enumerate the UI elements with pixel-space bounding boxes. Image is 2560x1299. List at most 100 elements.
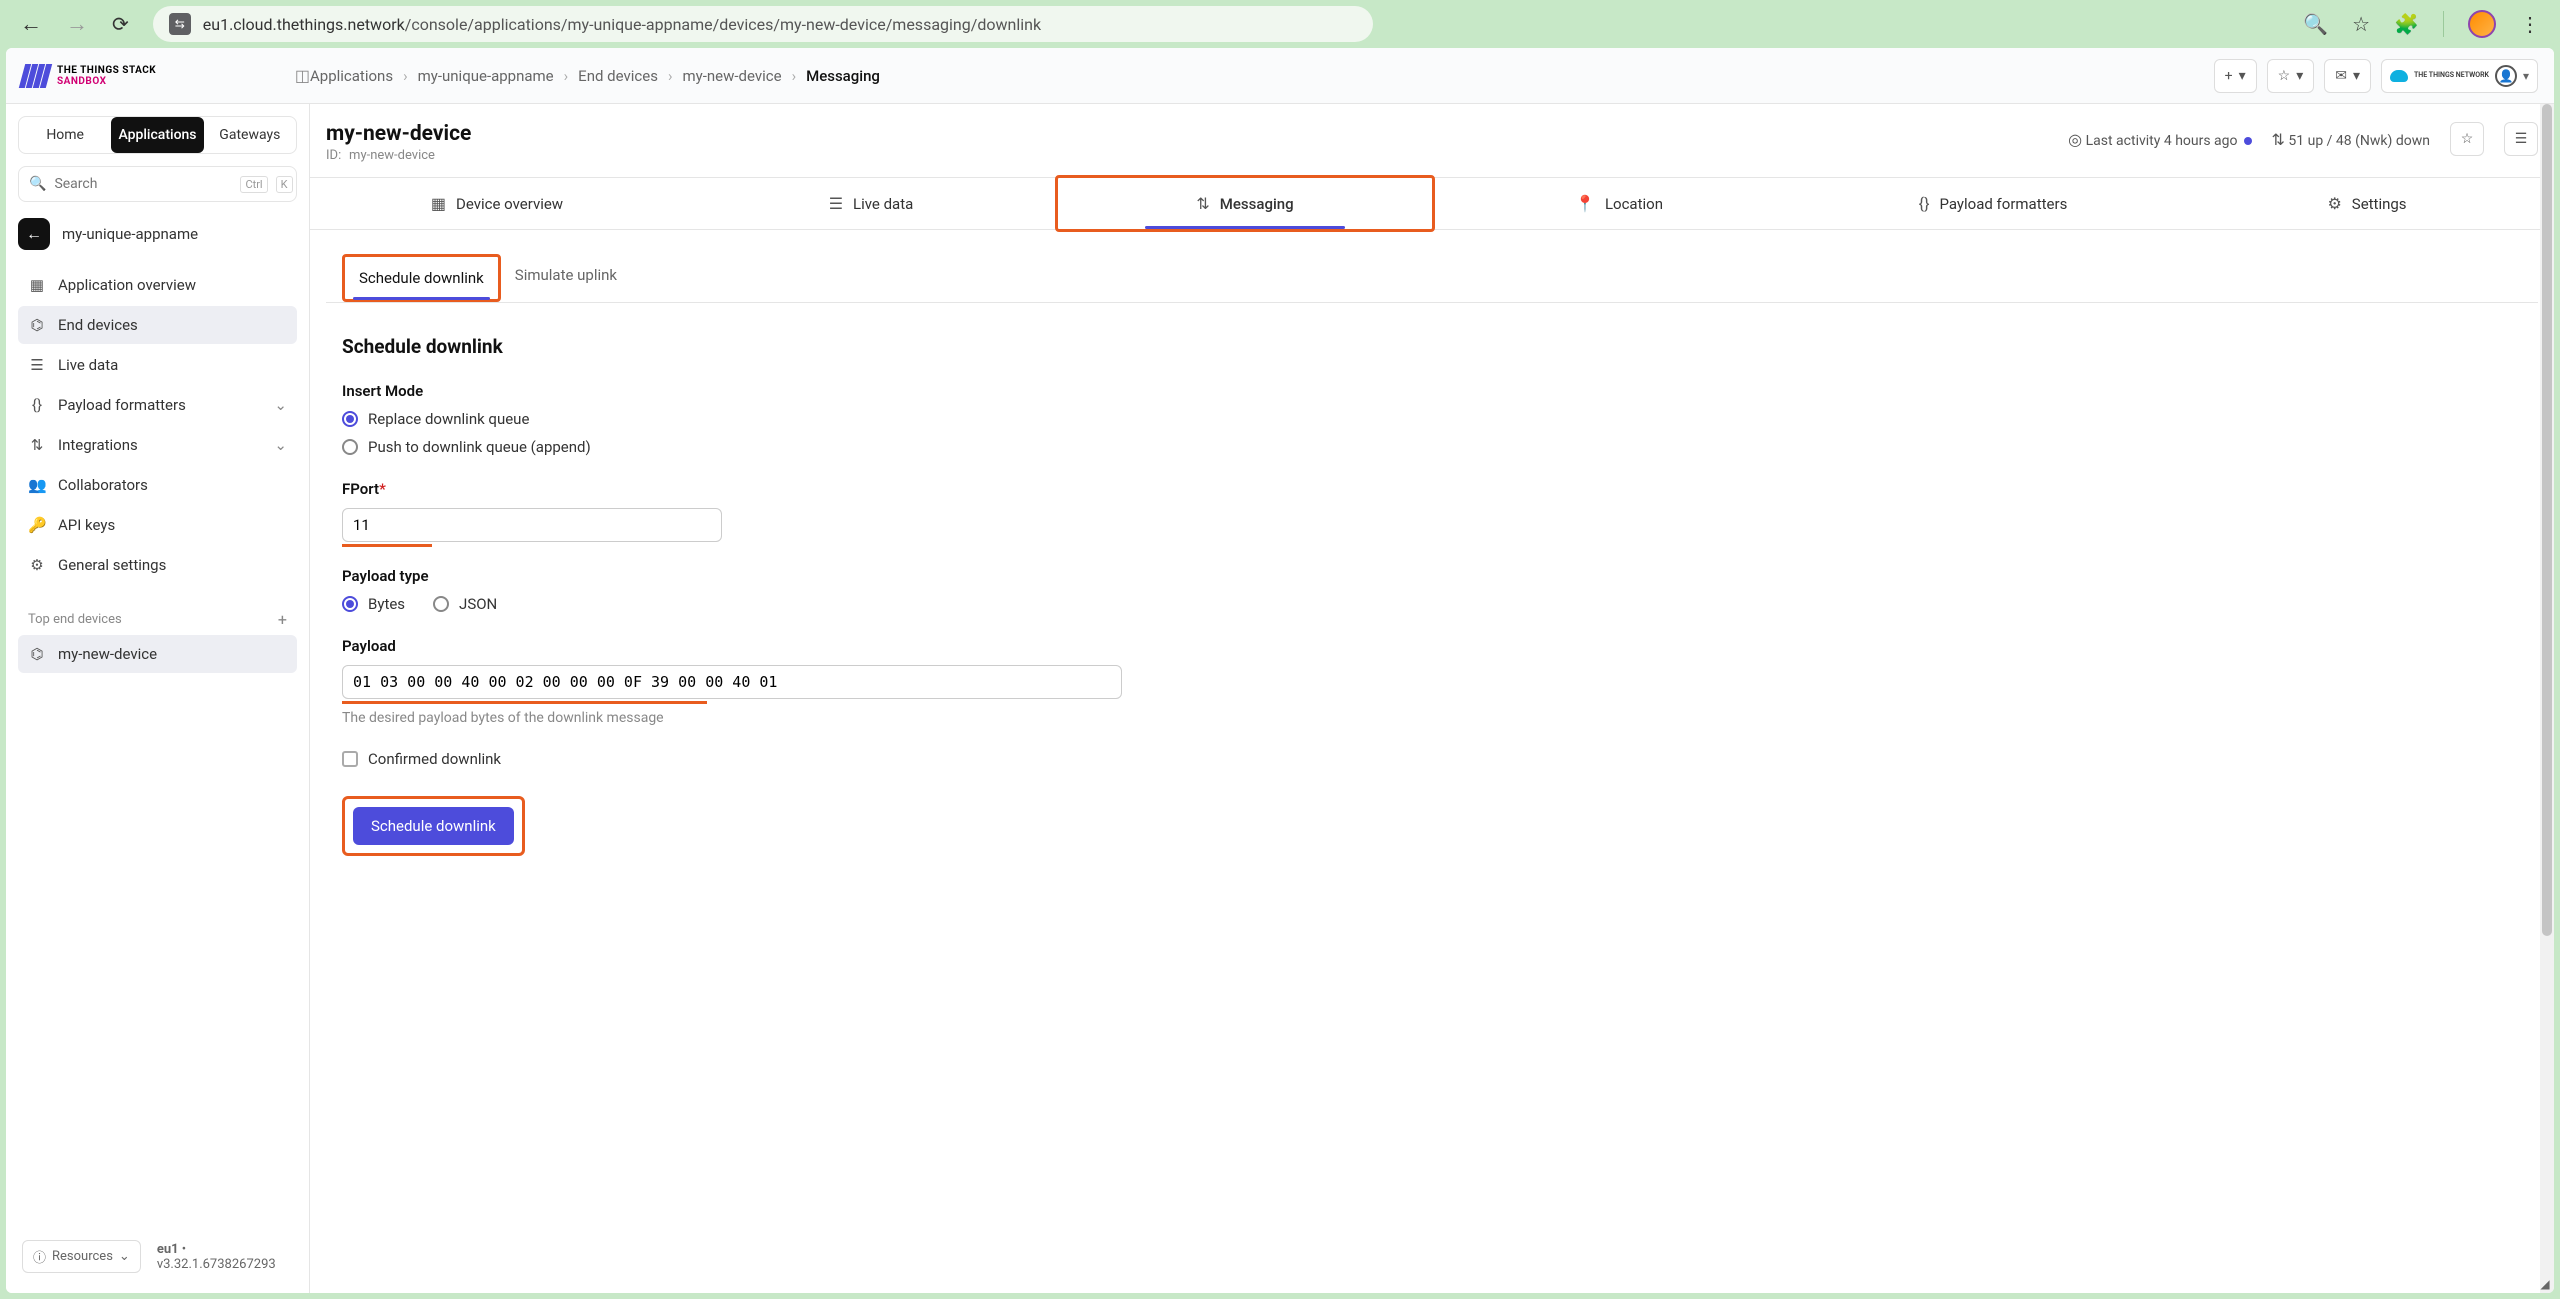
vertical-scrollbar[interactable]: ◢ [2540, 104, 2554, 1293]
site-settings-icon[interactable]: ⇆ [169, 13, 191, 35]
user-icon: 👤 [2495, 65, 2517, 87]
favorite-button[interactable]: ☆ [2450, 122, 2484, 156]
radio-json-row[interactable]: JSON [433, 595, 497, 613]
search-box[interactable]: 🔍 Ctrl K [18, 166, 297, 202]
forward-arrow-icon[interactable]: → [66, 11, 88, 37]
add-button[interactable]: +▾ [2214, 59, 2257, 93]
confirmed-label: Confirmed downlink [368, 750, 501, 768]
tab-device-overview[interactable]: ▦Device overview [310, 178, 684, 229]
sidebar-section-top-devices: Top end devices + ⌬my-new-device [18, 604, 297, 673]
confirmed-checkbox[interactable] [342, 751, 358, 767]
sidebar-item-api-keys[interactable]: 🔑API keys [18, 506, 297, 544]
radio-push[interactable] [342, 439, 358, 455]
sidebar-item-overview[interactable]: ▦Application overview [18, 266, 297, 304]
inbox-button[interactable]: ✉▾ [2324, 59, 2371, 93]
search-input[interactable] [54, 176, 232, 192]
radio-bytes[interactable] [342, 596, 358, 612]
fport-input[interactable] [342, 508, 722, 542]
url-text: eu1.cloud.thethings.network/console/appl… [203, 15, 1041, 34]
breadcrumb-end-devices[interactable]: End devices [578, 67, 658, 85]
logo-text: THE THINGS STACK SANDBOX [57, 65, 156, 87]
breadcrumb-applications[interactable]: Applications [310, 67, 393, 85]
highlight-underline [342, 544, 432, 547]
breadcrumb: Applications › my-unique-appname › End d… [310, 67, 880, 85]
radio-bytes-row[interactable]: Bytes [342, 595, 405, 613]
payload-label: Payload [342, 637, 2522, 655]
tab-location[interactable]: 📍Location [1432, 178, 1806, 229]
menu-button[interactable]: ☰ [2504, 122, 2538, 156]
confirmed-downlink-row[interactable]: Confirmed downlink [342, 750, 2522, 768]
content-area: my-new-device ID: my-new-device ◎ Last a… [310, 104, 2554, 1293]
last-activity: ◎ Last activity 4 hours ago [2068, 130, 2251, 149]
updown-icon: ⇅ [2272, 130, 2285, 149]
schedule-downlink-button[interactable]: Schedule downlink [353, 807, 514, 845]
sidebar-footer: ⓘResources⌄ eu1 • v3.32.1.6738267293 [18, 1232, 297, 1281]
kebab-menu-icon[interactable]: ⋮ [2520, 12, 2540, 36]
radio-replace-row[interactable]: Replace downlink queue [342, 410, 2522, 428]
collapse-sidebar-icon[interactable]: ◫ [295, 66, 310, 85]
resources-button[interactable]: ⓘResources⌄ [22, 1240, 141, 1273]
search-icon: 🔍 [29, 176, 46, 192]
chevron-down-icon: ▾ [2353, 68, 2360, 84]
scrollbar-thumb[interactable] [2542, 104, 2552, 936]
zoom-icon[interactable]: 🔍 [2303, 12, 2328, 36]
radio-push-row[interactable]: Push to downlink queue (append) [342, 438, 2522, 456]
sidebar-item-general-settings[interactable]: ⚙General settings [18, 546, 297, 584]
sidebar-device-item[interactable]: ⌬my-new-device [18, 635, 297, 673]
chevron-right-icon: › [564, 67, 569, 85]
gear-icon: ⚙ [28, 556, 46, 574]
chevron-right-icon: › [792, 67, 797, 85]
radio-bytes-label: Bytes [368, 595, 405, 613]
star-icon: ☆ [2461, 131, 2474, 147]
device-meta: ◎ Last activity 4 hours ago ⇅ 51 up / 48… [2068, 122, 2538, 156]
device-title: my-new-device [326, 122, 471, 146]
nav-tab-home[interactable]: Home [19, 117, 111, 153]
breadcrumb-app[interactable]: my-unique-appname [418, 67, 554, 85]
tab-payload-formatters[interactable]: {}Payload formatters [1806, 178, 2180, 229]
chevron-down-icon: ⌄ [274, 396, 287, 414]
chip-icon: ⌬ [28, 645, 46, 663]
top-actions: +▾ ☆▾ ✉▾ THE THINGS NETWORK 👤 ▾ [2214, 59, 2538, 93]
back-row: ← my-unique-appname [18, 218, 297, 250]
sub-tab-schedule-downlink[interactable]: Schedule downlink [342, 254, 501, 302]
grid-icon: ▦ [28, 276, 46, 294]
inbox-icon: ✉ [2335, 68, 2347, 84]
sidebar-item-payload-formatters[interactable]: {}Payload formatters⌄ [18, 386, 297, 424]
sidebar-item-integrations[interactable]: ⇅Integrations⌄ [18, 426, 297, 464]
sidebar-item-collaborators[interactable]: 👥Collaborators [18, 466, 297, 504]
tab-live-data[interactable]: ☰Live data [684, 178, 1058, 229]
sidebar-item-label: API keys [58, 516, 115, 534]
sidebar-item-end-devices[interactable]: ⌬End devices [18, 306, 297, 344]
sub-tab-simulate-uplink[interactable]: Simulate uplink [501, 254, 631, 302]
radio-json[interactable] [433, 596, 449, 612]
sidebar-item-live-data[interactable]: ☰Live data [18, 346, 297, 384]
payload-input[interactable] [342, 665, 1122, 699]
address-bar[interactable]: ⇆ eu1.cloud.thethings.network/console/ap… [153, 6, 1373, 42]
provider-badge[interactable]: THE THINGS NETWORK 👤 ▾ [2381, 59, 2538, 93]
extensions-icon[interactable]: 🧩 [2394, 12, 2419, 36]
radio-replace[interactable] [342, 411, 358, 427]
bookmark-star-icon[interactable]: ☆ [2352, 12, 2370, 36]
device-id: ID: my-new-device [326, 148, 471, 163]
schedule-downlink-form: Schedule downlink Insert Mode Replace do… [310, 303, 2554, 1293]
chip-icon: ⌬ [28, 316, 46, 334]
back-arrow-icon[interactable]: ← [20, 11, 42, 37]
tab-messaging[interactable]: ⇅Messaging [1055, 175, 1435, 232]
nav-tab-applications[interactable]: Applications [111, 117, 203, 153]
logo-area: THE THINGS STACK SANDBOX ◫ [22, 64, 310, 88]
breadcrumb-device[interactable]: my-new-device [682, 67, 781, 85]
info-icon: ⓘ [33, 1247, 46, 1266]
tab-settings[interactable]: ⚙Settings [2180, 178, 2554, 229]
add-device-icon[interactable]: + [278, 610, 287, 629]
top-header: THE THINGS STACK SANDBOX ◫ Applications … [6, 48, 2554, 104]
back-button[interactable]: ← [18, 218, 50, 250]
sidebar-item-label: Payload formatters [58, 396, 186, 414]
reload-icon[interactable]: ⟳ [112, 12, 129, 36]
star-button[interactable]: ☆▾ [2267, 59, 2315, 93]
payload-helper: The desired payload bytes of the downlin… [342, 710, 2522, 726]
profile-avatar[interactable] [2468, 10, 2496, 38]
fport-label: FPort* [342, 480, 2522, 498]
nav-tab-gateways[interactable]: Gateways [204, 117, 296, 153]
chevron-down-icon: ▾ [2239, 68, 2246, 84]
device-header: my-new-device ID: my-new-device ◎ Last a… [310, 104, 2554, 178]
